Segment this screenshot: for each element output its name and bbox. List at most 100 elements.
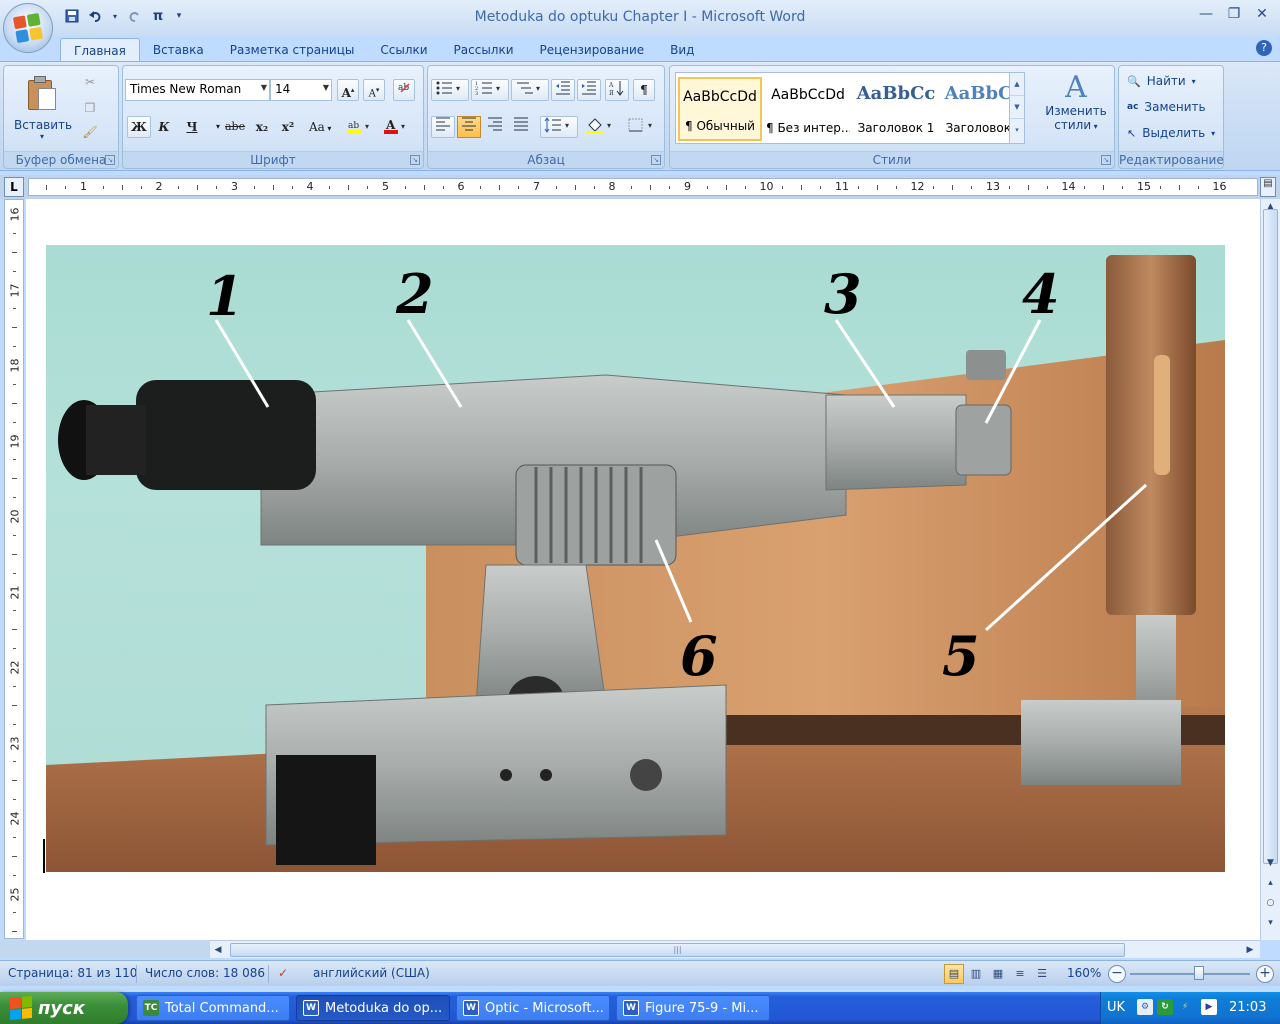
zoom-in-icon[interactable]: +	[1256, 965, 1274, 983]
style-normal[interactable]: AaBbCcDd ¶ Обычный	[678, 77, 762, 141]
next-page-icon[interactable]: ▾	[1262, 915, 1279, 932]
tab-selector[interactable]: L	[4, 177, 24, 197]
subscript-button[interactable]: x₂	[251, 116, 273, 138]
zoom-slider-thumb[interactable]	[1194, 966, 1204, 980]
numbering-button[interactable]: 1 2 3 ▾	[471, 79, 509, 101]
zoom-level[interactable]: 160%	[1067, 966, 1101, 980]
change-case-button[interactable]: Aa ▾	[305, 116, 335, 138]
chevron-down-icon[interactable]: ▼	[261, 83, 267, 92]
styles-launcher-icon[interactable]: ↘	[1101, 155, 1111, 165]
view-ruler-icon[interactable]: ▤	[1260, 177, 1276, 197]
office-button[interactable]	[3, 3, 53, 53]
copy-icon[interactable]: ❐	[82, 100, 98, 116]
underline-button[interactable]: Ч	[181, 116, 203, 138]
close-button[interactable]: ✕	[1250, 4, 1274, 24]
scroll-left-icon[interactable]: ◀	[210, 942, 226, 958]
vertical-ruler[interactable]: 16 17 18 19 20 21 22 23 24 25	[4, 199, 24, 939]
increase-indent-button[interactable]	[577, 79, 601, 101]
page-indicator[interactable]: Страница: 81 из 110	[8, 966, 137, 980]
highlight-button[interactable]: ab ▾	[343, 116, 377, 138]
paste-dropdown-icon[interactable]: ▾	[14, 132, 70, 141]
taskbar-item-total-commander[interactable]: TC Total Command...	[136, 995, 290, 1021]
clear-formatting-button[interactable]: ab	[393, 79, 415, 101]
font-launcher-icon[interactable]: ↘	[410, 155, 420, 165]
help-icon[interactable]: ?	[1256, 40, 1272, 56]
scroll-right-icon[interactable]: ▶	[1242, 942, 1258, 958]
font-name-combo[interactable]: Times New Roman ▼	[125, 79, 270, 101]
clock[interactable]: 21:03	[1229, 1000, 1266, 1015]
select-button[interactable]: ↖ Выделить ▾	[1127, 126, 1215, 140]
proofing-icon[interactable]: ✓	[278, 966, 288, 980]
tab-home[interactable]: Главная	[60, 38, 140, 62]
change-styles-button[interactable]: A Изменить стили ▾	[1042, 72, 1110, 134]
taskbar-item-figure[interactable]: W Figure 75-9 - Mi...	[616, 995, 770, 1021]
style-heading-1[interactable]: AaBbCc Заголовок 1	[854, 77, 938, 141]
document-page[interactable]: 1 2 3 4 5 6	[26, 199, 1260, 940]
shading-button[interactable]: ▾	[582, 116, 620, 138]
minimize-button[interactable]: —	[1194, 4, 1218, 24]
borders-button[interactable]: ▾	[624, 116, 660, 138]
shrink-font-button[interactable]: A▾	[363, 79, 385, 101]
multilevel-list-button[interactable]: ▾	[511, 79, 549, 101]
font-color-button[interactable]: A ▾	[379, 116, 413, 138]
align-right-button[interactable]	[483, 116, 507, 138]
replace-button[interactable]: ac Заменить	[1127, 100, 1206, 114]
vertical-scroll-thumb[interactable]	[1263, 209, 1278, 864]
zoom-out-icon[interactable]: −	[1108, 965, 1126, 983]
style-no-spacing[interactable]: AaBbCcDd ¶ Без интер...	[766, 77, 850, 141]
align-left-button[interactable]	[431, 116, 455, 138]
prev-page-icon[interactable]: ▴	[1262, 875, 1279, 892]
cut-icon[interactable]: ✂	[82, 74, 98, 90]
clipboard-launcher-icon[interactable]: ↘	[105, 155, 115, 165]
print-layout-icon[interactable]: ▤	[944, 964, 964, 984]
taskbar-item-optic[interactable]: W Optic - Microsoft...	[456, 995, 610, 1021]
settings-tray-icon[interactable]: ⚙	[1137, 999, 1153, 1015]
horizontal-scrollbar[interactable]: ◀ ||| ▶	[210, 940, 1260, 958]
full-screen-reading-icon[interactable]: ▥	[966, 964, 986, 984]
format-painter-icon[interactable]: 🖌	[82, 124, 98, 140]
tab-mailings[interactable]: Рассылки	[441, 38, 527, 62]
paragraph-launcher-icon[interactable]: ↘	[651, 155, 661, 165]
horizontal-ruler[interactable]: 1 2 3 4 5 6 7 8 9 10 11 12 13 14 15 16	[28, 178, 1258, 196]
start-button[interactable]: пуск	[0, 992, 128, 1024]
chevron-down-icon[interactable]: ▼	[323, 83, 329, 92]
line-spacing-button[interactable]: ▾	[540, 116, 578, 138]
draft-icon[interactable]: ☰	[1032, 964, 1052, 984]
align-center-button[interactable]	[457, 116, 481, 138]
find-button[interactable]: 🔍 Найти ▾	[1127, 74, 1196, 88]
outline-icon[interactable]: ≡	[1010, 964, 1030, 984]
bullets-button[interactable]: ▾	[431, 79, 469, 101]
word-count[interactable]: Число слов: 18 086	[145, 966, 265, 980]
horizontal-scroll-thumb[interactable]: |||	[230, 943, 1125, 957]
show-formatting-button[interactable]: ¶	[633, 79, 655, 101]
gallery-up-icon[interactable]: ▲	[1010, 73, 1024, 96]
superscript-button[interactable]: x²	[277, 116, 299, 138]
network-tray-icon[interactable]: ⚡	[1177, 999, 1193, 1015]
media-tray-icon[interactable]: ▶	[1201, 999, 1217, 1015]
vertical-scrollbar[interactable]: ▲ ▼ ▴ ○ ▾	[1260, 199, 1280, 940]
paste-button[interactable]: Вставить ▾	[14, 72, 72, 152]
tab-page-layout[interactable]: Разметка страницы	[217, 38, 368, 62]
web-layout-icon[interactable]: ▦	[988, 964, 1008, 984]
italic-button[interactable]: К	[153, 116, 175, 138]
justify-button[interactable]	[509, 116, 533, 138]
decrease-indent-button[interactable]	[551, 79, 575, 101]
browse-object-icon[interactable]: ○	[1262, 895, 1279, 912]
restore-button[interactable]: ❐	[1222, 4, 1246, 24]
scroll-down-icon[interactable]: ▼	[1262, 855, 1279, 872]
bold-button[interactable]: Ж	[127, 116, 151, 138]
language-indicator-tray[interactable]: UK	[1107, 1000, 1125, 1015]
font-size-combo[interactable]: 14 ▼	[270, 79, 332, 101]
tab-insert[interactable]: Вставка	[140, 38, 217, 62]
strikethrough-button[interactable]: abe	[221, 116, 249, 138]
taskbar-item-metoduka[interactable]: W Metoduka do op...	[296, 995, 450, 1021]
language-indicator[interactable]: английский (США)	[313, 966, 430, 980]
gallery-more-icon[interactable]: ▾	[1010, 119, 1024, 142]
gallery-down-icon[interactable]: ▼	[1010, 96, 1024, 119]
sort-button[interactable]: AЯ	[605, 79, 629, 101]
zoom-slider[interactable]	[1130, 973, 1250, 975]
grow-font-button[interactable]: A▴	[337, 79, 359, 101]
tab-review[interactable]: Рецензирование	[527, 38, 658, 62]
tab-references[interactable]: Ссылки	[367, 38, 440, 62]
sync-tray-icon[interactable]: ↻	[1157, 999, 1173, 1015]
